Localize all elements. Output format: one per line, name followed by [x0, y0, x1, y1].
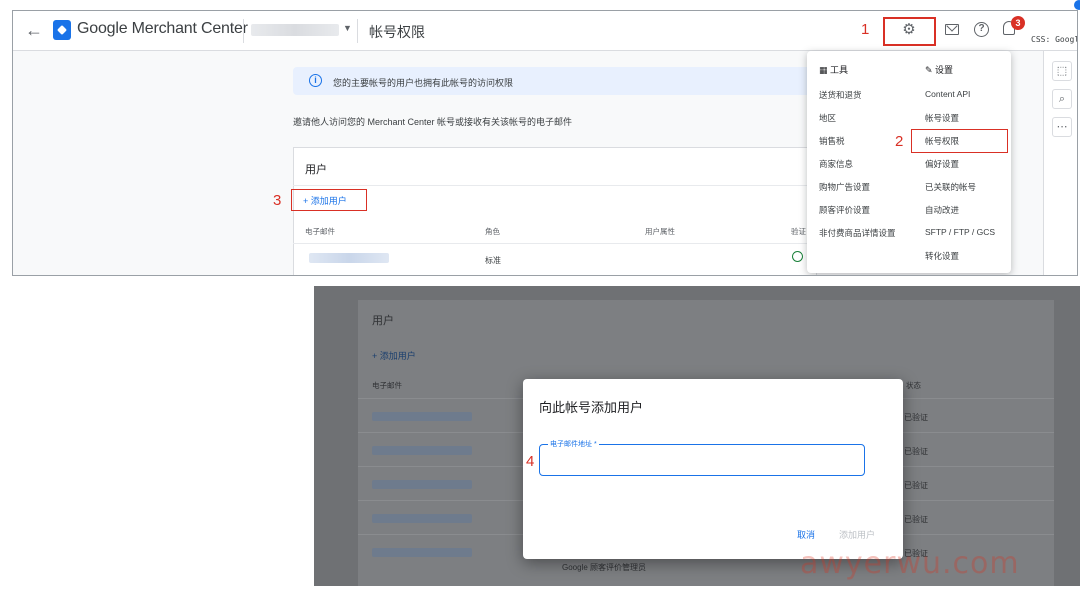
menu-item-sftp[interactable]: SFTP / FTP / GCS: [925, 227, 995, 237]
dimmed-column-header-email: 电子邮件: [372, 381, 402, 390]
step-marker-4: 4: [526, 453, 535, 470]
page-title: 帐号权限: [369, 24, 425, 40]
verified-check-icon: [792, 251, 803, 262]
menu-item-auto-improvements[interactable]: 自动改进: [925, 204, 959, 216]
add-user-confirm-button[interactable]: 添加用户: [839, 528, 875, 541]
users-card-title: 用户: [305, 164, 327, 176]
menu-item-content-api[interactable]: Content API: [925, 89, 970, 99]
menu-item-conversion-settings[interactable]: 转化设置: [925, 250, 959, 262]
step-marker-1: 1: [861, 21, 870, 38]
divider: [243, 19, 244, 43]
add-user-button[interactable]: + 添加用户: [303, 194, 347, 207]
dimmed-column-header-status: 状态: [906, 381, 921, 390]
divider: [293, 243, 817, 244]
column-header-verification: 验证: [791, 227, 806, 236]
info-icon: i: [309, 74, 322, 87]
tools-section-heading: ▦ 工具: [819, 65, 849, 75]
dimmed-status: 已验证: [904, 413, 928, 422]
menu-item-account-settings[interactable]: 帐号设置: [925, 112, 959, 124]
column-header-email: 电子邮件: [305, 227, 335, 236]
caret-down-icon[interactable]: ▼: [343, 23, 352, 33]
help-icon[interactable]: ?: [974, 22, 989, 37]
divider: [357, 19, 358, 43]
menu-item-shipping-returns[interactable]: 送货和退货: [819, 89, 862, 101]
email-field-label: 电子邮件地址 *: [548, 439, 599, 449]
back-arrow-icon[interactable]: ←: [25, 20, 43, 41]
dimmed-email-redacted: [372, 480, 472, 489]
table-row-email-redacted: [309, 253, 389, 263]
settings-section-heading: ✎ 设置: [925, 65, 954, 75]
divider: [293, 185, 817, 186]
dimmed-status: 已验证: [904, 515, 928, 524]
menu-item-regions[interactable]: 地区: [819, 112, 836, 124]
dimmed-add-user-button: + 添加用户: [372, 351, 416, 361]
dimmed-email-redacted: [372, 412, 472, 421]
menu-item-free-listings[interactable]: 非付费商品详情设置: [819, 227, 896, 239]
top-screenshot: ← Google Merchant Center ▼ 帐号权限 1 ⚙ ? 3 …: [12, 10, 1078, 276]
step-marker-3: 3: [273, 192, 282, 209]
menu-item-customer-reviews[interactable]: 顾客评价设置: [819, 204, 870, 216]
menu-item-preferences[interactable]: 偏好设置: [925, 158, 959, 170]
cancel-button[interactable]: 取消: [797, 528, 815, 541]
menu-item-shopping-ads[interactable]: 购物广告设置: [819, 181, 870, 193]
dimmed-users-title: 用户: [372, 315, 394, 327]
dimmed-role-text: Google 顾客评价管理员: [562, 563, 647, 572]
zoom-icon[interactable]: ⌕: [1052, 89, 1072, 109]
settings-dropdown: ▦ 工具 ✎ 设置 送货和退货 地区 销售税 商家信息 购物广告设置 顾客评价设…: [807, 51, 1011, 273]
dimmed-email-redacted: [372, 548, 472, 557]
table-row-role: 标准: [485, 256, 501, 265]
menu-item-linked-accounts[interactable]: 已关联的帐号: [925, 181, 976, 193]
dimmed-status: 已验证: [904, 447, 928, 456]
step-marker-2: 2: [895, 133, 904, 150]
dimmed-email-redacted: [372, 514, 472, 523]
dimmed-status: 已验证: [904, 481, 928, 490]
info-banner-text: 您的主要帐号的用户也拥有此帐号的访问权限: [333, 78, 514, 88]
frame-icon[interactable]: ⬚: [1052, 61, 1072, 81]
corner-dot: [1074, 0, 1080, 10]
dialog-title: 向此帐号添加用户: [539, 400, 644, 415]
gear-icon[interactable]: ⚙: [900, 21, 918, 39]
watermark: awyerwu.com: [800, 546, 1020, 581]
more-icon[interactable]: ⋯: [1052, 117, 1072, 137]
merchant-center-logo-icon: [53, 20, 71, 40]
right-toolbar: ⬚ ⌕ ⋯: [1043, 51, 1077, 275]
menu-item-sales-tax[interactable]: 销售税: [819, 135, 845, 147]
menu-item-business-info[interactable]: 商家信息: [819, 158, 853, 170]
brand-title: Google Merchant Center: [77, 20, 248, 37]
column-header-attributes: 用户属性: [645, 227, 675, 236]
highlight-box-account-access: [911, 129, 1008, 153]
dimmed-email-redacted: [372, 446, 472, 455]
bottom-screenshot: 用户 + 添加用户 电子邮件 状态 已验证 已验证 已验证 已验证 已验证 Go…: [314, 286, 1080, 586]
notification-badge: 3: [1011, 16, 1025, 30]
account-selector[interactable]: [251, 24, 339, 36]
mail-icon[interactable]: [945, 24, 959, 35]
invite-description: 邀请他人访问您的 Merchant Center 帐号或接收有关该帐号的电子邮件: [293, 117, 573, 127]
css-label: CSS: Googl: [1031, 35, 1078, 44]
column-header-role: 角色: [485, 227, 500, 236]
